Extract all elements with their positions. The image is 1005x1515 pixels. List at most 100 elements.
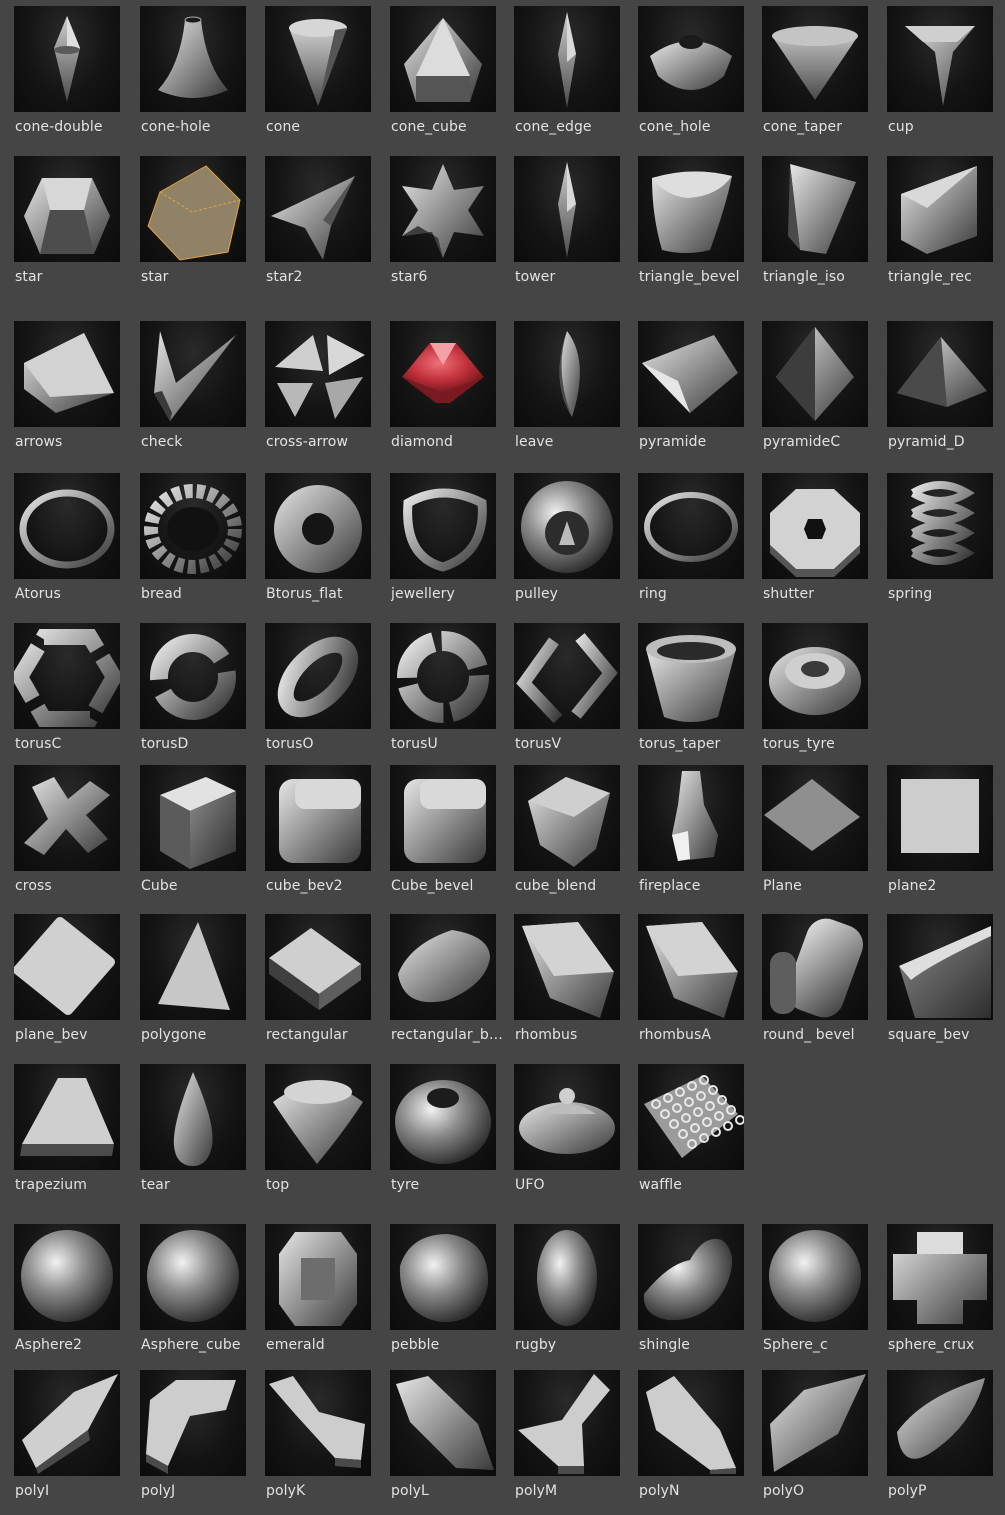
- shape-thumbnail[interactable]: [265, 156, 371, 262]
- shape-thumbnail[interactable]: [140, 321, 246, 427]
- shape-label: polyN: [639, 1483, 680, 1499]
- shape-thumbnail[interactable]: [887, 914, 993, 1020]
- shape-thumbnail[interactable]: [638, 1370, 744, 1476]
- shape-thumbnail[interactable]: [514, 1224, 620, 1330]
- shape-thumbnail[interactable]: [887, 765, 993, 871]
- shape-thumbnail[interactable]: [887, 473, 993, 579]
- shape-thumbnail[interactable]: [762, 473, 868, 579]
- jewellery-icon: [403, 488, 487, 572]
- shape-label: plane2: [888, 878, 937, 894]
- shape-thumbnail[interactable]: [14, 1370, 120, 1476]
- shape-thumbnail[interactable]: [140, 914, 246, 1020]
- square-bev-icon: [899, 926, 991, 1018]
- shape-thumbnail[interactable]: [390, 1224, 496, 1330]
- shape-thumbnail[interactable]: [14, 1064, 120, 1170]
- shape-thumbnail[interactable]: [762, 914, 868, 1020]
- shape-thumbnail[interactable]: [390, 765, 496, 871]
- shape-thumbnail[interactable]: [390, 914, 496, 1020]
- shape-label: Atorus: [15, 586, 61, 602]
- shape-thumbnail[interactable]: [638, 473, 744, 579]
- shape-thumbnail[interactable]: [265, 765, 371, 871]
- shape-row: Asphere2 Asphere_cube emerald pebble rug: [0, 1224, 1005, 1364]
- shape-thumbnail[interactable]: [14, 1224, 120, 1330]
- shape-thumbnail[interactable]: [762, 1370, 868, 1476]
- shape-label: waffle: [639, 1177, 682, 1193]
- shape-thumbnail[interactable]: [140, 1224, 246, 1330]
- shape-thumbnail[interactable]: [140, 1064, 246, 1170]
- shape-thumbnail[interactable]: [887, 6, 993, 112]
- shape-thumbnail[interactable]: [762, 321, 868, 427]
- cube-bevel-icon: [404, 779, 486, 863]
- shape-thumbnail[interactable]: [140, 6, 246, 112]
- shape-thumbnail[interactable]: [887, 1224, 993, 1330]
- shape-thumbnail[interactable]: [265, 1064, 371, 1170]
- cube-blend-icon: [528, 777, 610, 867]
- shape-thumbnail[interactable]: [762, 1224, 868, 1330]
- shape-thumbnail[interactable]: [265, 6, 371, 112]
- star-gem-icon: [24, 178, 110, 254]
- shape-thumbnail[interactable]: [140, 765, 246, 871]
- pyramide-icon: [642, 335, 738, 413]
- shape-thumbnail[interactable]: [14, 6, 120, 112]
- shape-thumbnail[interactable]: [390, 1064, 496, 1170]
- shape-thumbnail[interactable]: [390, 473, 496, 579]
- shape-thumbnail[interactable]: [514, 156, 620, 262]
- shape-thumbnail[interactable]: [514, 473, 620, 579]
- shape-label: shingle: [639, 1337, 691, 1353]
- shape-thumbnail[interactable]: [638, 6, 744, 112]
- shape-thumbnail[interactable]: [265, 1370, 371, 1476]
- shape-thumbnail[interactable]: [265, 321, 371, 427]
- torusd-icon: [150, 634, 236, 720]
- shape-thumbnail[interactable]: [390, 623, 496, 729]
- shape-thumbnail[interactable]: [140, 623, 246, 729]
- shape-thumbnail[interactable]: [14, 765, 120, 871]
- shape-thumbnail[interactable]: [14, 473, 120, 579]
- shape-label: arrows: [15, 434, 63, 450]
- shape-thumbnail[interactable]: [638, 1064, 744, 1170]
- shape-label: cube_bev2: [266, 878, 343, 894]
- shape-thumbnail[interactable]: [638, 765, 744, 871]
- shape-thumbnail[interactable]: [265, 623, 371, 729]
- shape-thumbnail[interactable]: [140, 473, 246, 579]
- shape-thumbnail[interactable]: [638, 156, 744, 262]
- shape-thumbnail[interactable]: [140, 1370, 246, 1476]
- shape-thumbnail[interactable]: [762, 765, 868, 871]
- shape-label: cone_cube: [391, 119, 467, 135]
- shape-thumbnail[interactable]: [762, 156, 868, 262]
- shape-thumbnail[interactable]: [638, 321, 744, 427]
- shape-thumbnail[interactable]: [140, 156, 246, 262]
- shape-thumbnail[interactable]: [390, 321, 496, 427]
- shape-thumbnail[interactable]: [265, 914, 371, 1020]
- shape-thumbnail[interactable]: [265, 473, 371, 579]
- triangle-bevel-icon: [652, 171, 732, 253]
- shape-thumbnail[interactable]: [514, 623, 620, 729]
- shape-thumbnail[interactable]: [514, 765, 620, 871]
- shape-thumbnail[interactable]: [390, 1370, 496, 1476]
- shape-thumbnail[interactable]: [638, 1224, 744, 1330]
- shape-thumbnail[interactable]: [14, 623, 120, 729]
- shape-thumbnail[interactable]: [638, 623, 744, 729]
- bread-icon: [144, 484, 242, 574]
- shape-thumbnail[interactable]: [514, 1370, 620, 1476]
- shape-thumbnail[interactable]: [887, 1370, 993, 1476]
- shape-thumbnail[interactable]: [390, 6, 496, 112]
- shape-thumbnail[interactable]: [887, 156, 993, 262]
- shape-thumbnail[interactable]: [638, 914, 744, 1020]
- shape-thumbnail[interactable]: [514, 1064, 620, 1170]
- shape-thumbnail[interactable]: [762, 6, 868, 112]
- shape-thumbnail[interactable]: [887, 321, 993, 427]
- shape-thumbnail[interactable]: [514, 914, 620, 1020]
- polyo-icon: [770, 1374, 866, 1472]
- shutter-icon: [770, 489, 860, 577]
- shape-thumbnail[interactable]: [14, 156, 120, 262]
- shape-thumbnail[interactable]: [762, 623, 868, 729]
- shape-thumbnail[interactable]: [390, 156, 496, 262]
- shape-label: tear: [141, 1177, 170, 1193]
- shape-thumbnail[interactable]: [14, 321, 120, 427]
- tyre-icon: [395, 1080, 491, 1164]
- shape-label: rectangular: [266, 1027, 348, 1043]
- shape-thumbnail[interactable]: [514, 6, 620, 112]
- shape-thumbnail[interactable]: [514, 321, 620, 427]
- shape-thumbnail[interactable]: [265, 1224, 371, 1330]
- shape-thumbnail[interactable]: [14, 914, 120, 1020]
